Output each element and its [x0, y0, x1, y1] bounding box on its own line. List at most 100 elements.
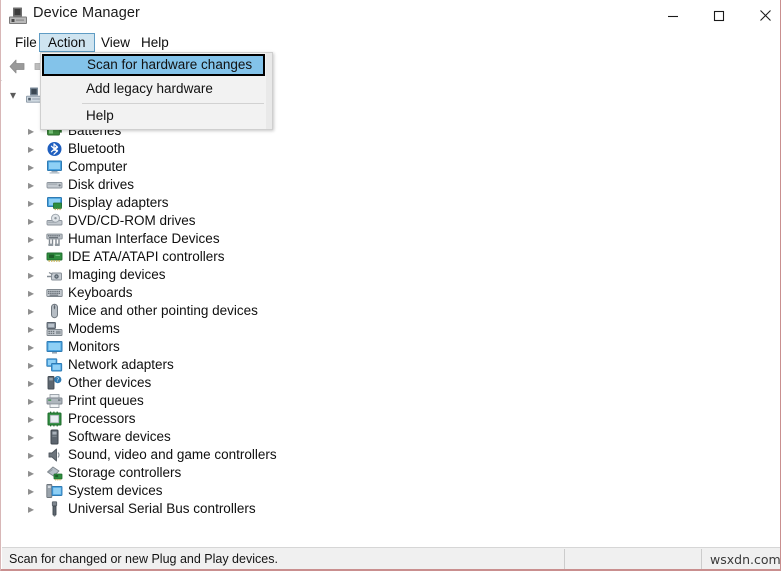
tree-item-label: Imaging devices: [68, 267, 166, 282]
tree-row-keyboards[interactable]: ▸ Keyboards: [2, 284, 762, 302]
chevron-right-icon[interactable]: ▸: [28, 485, 39, 497]
tree-item-label: IDE ATA/ATAPI controllers: [68, 249, 225, 264]
status-bar: Scan for changed or new Plug and Play de…: [2, 547, 780, 570]
menu-item-label: Scan for hardware changes: [87, 57, 253, 72]
tree-item-label: Sound, video and game controllers: [68, 447, 277, 462]
tree-row-display-adapters[interactable]: ▸ Display adapters: [2, 194, 762, 212]
chevron-right-icon[interactable]: ▸: [28, 377, 39, 389]
tree-item-label: Processors: [68, 411, 136, 426]
tree-row-system-devices[interactable]: ▸ System devices: [2, 482, 762, 500]
menu-scroll-strip: [266, 53, 272, 129]
chevron-right-icon[interactable]: ▸: [28, 305, 39, 317]
usb-icon: [46, 501, 63, 517]
chevron-right-icon[interactable]: ▸: [28, 341, 39, 353]
chevron-down-icon[interactable]: ▾: [10, 89, 21, 101]
chevron-right-icon[interactable]: ▸: [28, 323, 39, 335]
chevron-right-icon[interactable]: ▸: [28, 161, 39, 173]
svg-text:?: ?: [56, 378, 59, 384]
tree-row-network-adapters[interactable]: ▸ Network adapters: [2, 356, 762, 374]
network-adapter-icon: [46, 357, 63, 373]
chevron-right-icon[interactable]: ▸: [28, 413, 39, 425]
tree-row-usb-controllers[interactable]: ▸ Universal Serial Bus controllers: [2, 500, 762, 518]
menu-item-scan-for-hardware-changes[interactable]: Scan for hardware changes: [42, 54, 265, 76]
minimize-button[interactable]: [650, 0, 696, 31]
storage-controller-icon: [46, 465, 63, 481]
window-title: Device Manager: [33, 5, 140, 21]
chevron-right-icon[interactable]: ▸: [28, 449, 39, 461]
maximize-button[interactable]: [696, 0, 742, 31]
tree-row-dvd-drives[interactable]: ▸ DVD/CD-ROM drives: [2, 212, 762, 230]
bluetooth-icon: [46, 141, 63, 157]
chevron-right-icon[interactable]: ▸: [28, 233, 39, 245]
menu-view[interactable]: View: [93, 33, 138, 52]
device-tree[interactable]: ▾ ▸ Batteries ▸ Bluetooth ▸ Computer ▸ D…: [2, 80, 780, 540]
status-bar-divider: [701, 549, 702, 570]
mouse-icon: [46, 303, 63, 319]
tree-row-other-devices[interactable]: ▸ ? Other devices: [2, 374, 762, 392]
disk-drive-icon: [46, 177, 63, 193]
sound-icon: [46, 447, 63, 463]
dvd-drive-icon: [46, 213, 63, 229]
chevron-right-icon[interactable]: ▸: [28, 179, 39, 191]
processor-icon: [46, 411, 63, 427]
status-bar-divider: [564, 549, 565, 570]
chevron-right-icon[interactable]: ▸: [28, 431, 39, 443]
chevron-right-icon[interactable]: ▸: [28, 287, 39, 299]
menu-item-help[interactable]: Help: [41, 105, 266, 126]
system-device-icon: [46, 483, 63, 499]
back-arrow-icon[interactable]: [7, 57, 29, 76]
hid-icon: [46, 231, 63, 247]
menu-item-add-legacy-hardware[interactable]: Add legacy hardware: [41, 78, 266, 99]
tree-row-computer[interactable]: ▸ Computer: [2, 158, 762, 176]
tree-row-sound-controllers[interactable]: ▸ Sound, video and game controllers: [2, 446, 762, 464]
chevron-right-icon[interactable]: ▸: [28, 359, 39, 371]
imaging-device-icon: [46, 267, 63, 283]
tree-row-processors[interactable]: ▸ Processors: [2, 410, 762, 428]
tree-item-label: Bluetooth: [68, 141, 126, 156]
tree-row-print-queues[interactable]: ▸ Print queues: [2, 392, 762, 410]
printer-icon: [46, 393, 63, 409]
tree-row-storage-controllers[interactable]: ▸ Storage controllers: [2, 464, 762, 482]
menu-separator: [82, 103, 264, 104]
tree-row-monitors[interactable]: ▸ Monitors: [2, 338, 762, 356]
title-bar: Device Manager: [1, 0, 780, 32]
tree-row-modems[interactable]: ▸ Modems: [2, 320, 762, 338]
chevron-right-icon[interactable]: ▸: [28, 503, 39, 515]
tree-item-label: Monitors: [68, 339, 120, 354]
display-adapter-icon: [46, 195, 63, 211]
tree-row-disk-drives[interactable]: ▸ Disk drives: [2, 176, 762, 194]
menu-help[interactable]: Help: [133, 33, 177, 52]
tree-row-mice[interactable]: ▸ Mice and other pointing devices: [2, 302, 762, 320]
tree-row-software-devices[interactable]: ▸ Software devices: [2, 428, 762, 446]
close-button[interactable]: [742, 0, 780, 31]
tree-row-ide-controllers[interactable]: ▸ IDE ATA/ATAPI controllers: [2, 248, 762, 266]
action-dropdown-menu[interactable]: Scan for hardware changes Add legacy har…: [40, 52, 273, 130]
menu-item-label: Add legacy hardware: [86, 81, 213, 96]
tree-row-hid[interactable]: ▸ Human Interface Devices: [2, 230, 762, 248]
chevron-right-icon[interactable]: ▸: [28, 251, 39, 263]
tree-item-label: Print queues: [68, 393, 144, 408]
chevron-right-icon[interactable]: ▸: [28, 269, 39, 281]
tree-item-label: Software devices: [68, 429, 171, 444]
tree-row-bluetooth[interactable]: ▸ Bluetooth: [2, 140, 762, 158]
computer-icon: [46, 159, 63, 175]
tree-item-label: Storage controllers: [68, 465, 182, 480]
device-manager-window: Device Manager File Action View Help ▾ ▸…: [0, 0, 781, 571]
tree-item-label: Universal Serial Bus controllers: [68, 501, 256, 516]
tree-item-label: Mice and other pointing devices: [68, 303, 258, 318]
menu-action[interactable]: Action: [39, 33, 95, 52]
tree-item-label: System devices: [68, 483, 163, 498]
tree-row-imaging-devices[interactable]: ▸ Imaging devices: [2, 266, 762, 284]
chevron-right-icon[interactable]: ▸: [28, 215, 39, 227]
chevron-right-icon[interactable]: ▸: [28, 197, 39, 209]
tree-item-label: Human Interface Devices: [68, 231, 220, 246]
monitor-icon: [46, 339, 63, 355]
chevron-right-icon[interactable]: ▸: [28, 143, 39, 155]
chevron-right-icon[interactable]: ▸: [28, 125, 39, 137]
software-device-icon: [46, 429, 63, 445]
tree-item-label: Computer: [68, 159, 128, 174]
chevron-right-icon[interactable]: ▸: [28, 467, 39, 479]
chevron-right-icon[interactable]: ▸: [28, 395, 39, 407]
status-message: Scan for changed or new Plug and Play de…: [9, 552, 278, 566]
tree-item-label: Network adapters: [68, 357, 174, 372]
